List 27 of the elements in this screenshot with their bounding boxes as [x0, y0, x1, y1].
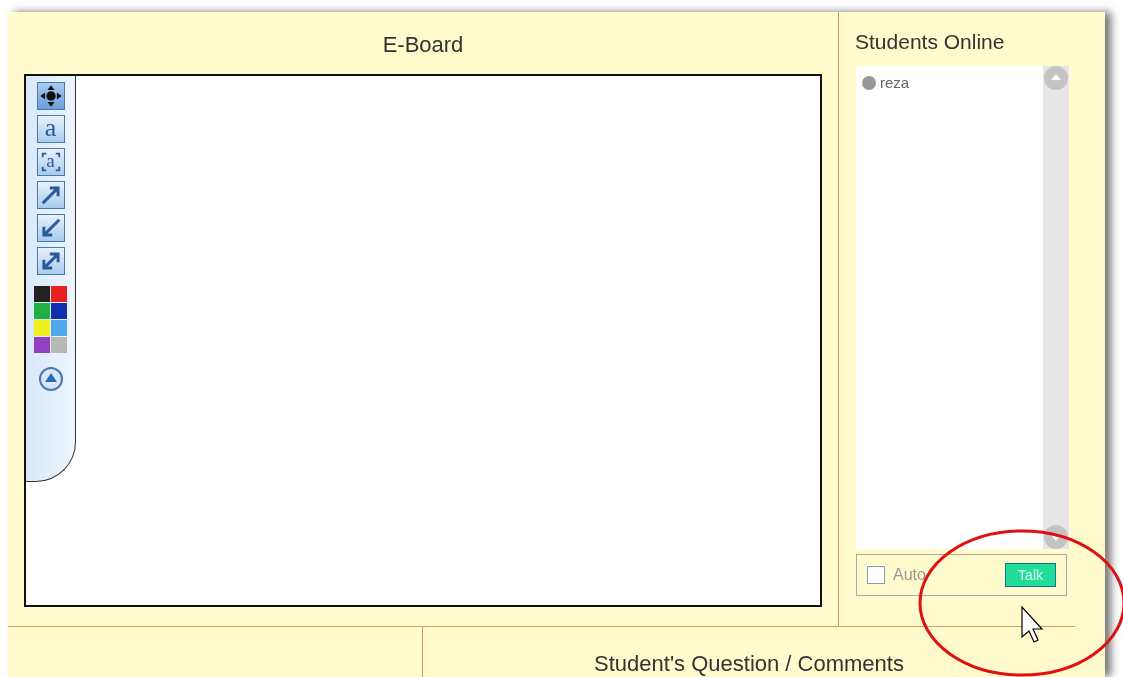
text-box-tool-button[interactable]: a	[36, 148, 65, 176]
text-tool-button[interactable]: a	[36, 115, 65, 143]
scroll-down-icon[interactable]	[1044, 525, 1068, 549]
user-status-icon	[862, 75, 876, 90]
scroll-up-icon[interactable]	[1044, 66, 1068, 90]
color-swatch[interactable]	[34, 320, 50, 336]
color-swatch[interactable]	[51, 320, 67, 336]
move-tool-button[interactable]	[36, 82, 65, 110]
scrollbar[interactable]	[1043, 66, 1069, 549]
color-swatch[interactable]	[51, 286, 67, 302]
arrow-down-left-tool-button[interactable]	[36, 214, 65, 242]
collapse-up-icon[interactable]	[37, 366, 64, 392]
cursor-icon	[1021, 605, 1044, 643]
arrow-both-tool-button[interactable]	[36, 247, 65, 275]
color-swatch[interactable]	[34, 337, 50, 353]
color-swatch[interactable]	[51, 337, 67, 353]
color-swatch[interactable]	[34, 303, 50, 319]
arrow-up-right-tool-button[interactable]	[36, 181, 65, 209]
student-name[interactable]: reza	[880, 74, 910, 91]
auto-checkbox[interactable]	[867, 566, 885, 584]
color-swatch[interactable]	[34, 286, 50, 302]
panel-title: Students Online	[854, 29, 1006, 55]
auto-label: Auto	[893, 566, 927, 584]
panel-title: E-Board	[381, 31, 465, 59]
color-swatch[interactable]	[51, 303, 67, 319]
drawing-board[interactable]: a a	[24, 74, 822, 607]
panel-title: Student's Question / Comments	[593, 650, 905, 677]
